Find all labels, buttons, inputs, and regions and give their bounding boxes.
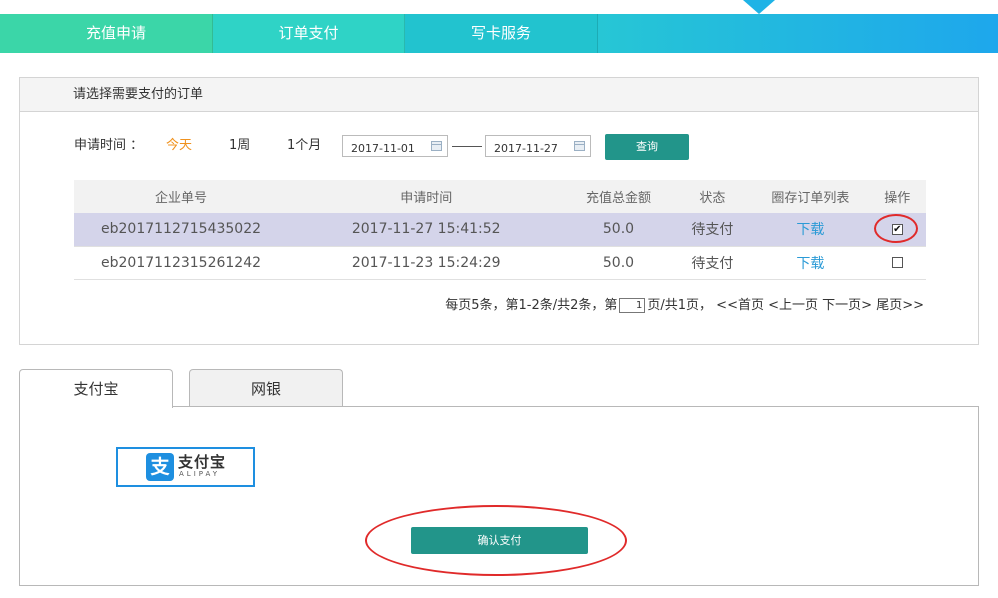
tab-card-writing[interactable]: 写卡服务 [405,14,598,53]
tab-recharge-apply[interactable]: 充值申请 [20,14,213,53]
table-row[interactable]: eb2017112315261242 2017-11-23 15:24:29 5… [74,246,926,280]
download-link[interactable]: 下载 [796,222,824,238]
first-page-link[interactable]: <<首页 [716,298,764,313]
calendar-icon[interactable] [431,141,442,151]
top-spacer [0,0,998,14]
tab-alipay[interactable]: 支付宝 [19,369,173,408]
start-date-field[interactable]: 2017-11-01 [342,135,448,157]
tab-online-banking[interactable]: 网银 [189,369,343,407]
end-date-value: 2017-11-27 [494,142,558,155]
status-cell: 待支付 [672,213,753,247]
alipay-logo-subtext: ALIPAY [179,470,221,478]
last-page-link[interactable]: 尾页>> [876,298,924,313]
header-order-no: 企业单号 [74,180,289,213]
order-no-cell: eb2017112715435022 [74,213,289,247]
end-date-field[interactable]: 2017-11-27 [485,135,591,157]
status-cell: 待支付 [672,246,753,280]
next-page-link[interactable]: 下一页> [822,298,872,313]
panel-title: 请选择需要支付的订单 [20,78,978,112]
header-status: 状态 [672,180,753,213]
pager-total: 页/共1页， [647,298,713,313]
apply-time-cell: 2017-11-27 15:41:52 [288,213,565,247]
filter-label: 申请时间 ： [74,138,144,153]
amount-cell: 50.0 [564,213,673,247]
table-header-row: 企业单号 申请时间 充值总金额 状态 圈存订单列表 操作 [74,180,926,213]
date-range-separator [452,146,482,147]
page-number-input[interactable]: 1 [619,298,646,313]
filter-month-link[interactable]: 1个月 [287,133,321,159]
top-nav: 充值申请 订单支付 写卡服务 [0,14,998,53]
alipay-logo[interactable]: 支 支付宝 ALIPAY [116,447,255,487]
pager-summary: 每页5条，第1-2条/共2条，第 [445,298,618,313]
confirm-payment-button[interactable]: 确认支付 [411,527,588,554]
filter-today-link[interactable]: 今天 [166,133,192,159]
row-checkbox[interactable]: ✔ [891,223,903,235]
apply-time-cell: 2017-11-23 15:24:29 [288,246,565,280]
filter-week-link[interactable]: 1周 [229,133,250,159]
header-action: 操作 [868,180,926,213]
order-panel: 请选择需要支付的订单 申请时间 ： 今天 1周 1个月 2017-11-01 2… [19,77,979,345]
payment-panel [19,406,979,586]
header-apply-time: 申请时间 [288,180,565,213]
orders-table: 企业单号 申请时间 充值总金额 状态 圈存订单列表 操作 eb201711271… [74,180,926,280]
prev-page-link[interactable]: <上一页 [768,298,818,313]
order-no-cell: eb2017112315261242 [74,246,289,280]
download-link[interactable]: 下载 [796,256,824,272]
header-amount: 充值总金额 [564,180,673,213]
amount-cell: 50.0 [564,246,673,280]
nav-left-pad [0,14,20,53]
header-order-list: 圈存订单列表 [752,180,869,213]
start-date-value: 2017-11-01 [351,142,415,155]
pagination: 每页5条，第1-2条/共2条，第 1 页/共1页， <<首页 <上一页 下一页> 尾… [445,294,924,313]
alipay-icon: 支 [146,453,174,481]
alipay-logo-text: 支付宝 [178,453,227,471]
query-button[interactable]: 查询 [605,134,689,160]
table-row[interactable]: eb2017112715435022 2017-11-27 15:41:52 5… [74,213,926,247]
nav-pointer-icon [743,0,775,14]
tab-order-payment[interactable]: 订单支付 [213,14,405,53]
row-checkbox[interactable] [891,257,903,268]
calendar-icon[interactable] [574,141,585,151]
